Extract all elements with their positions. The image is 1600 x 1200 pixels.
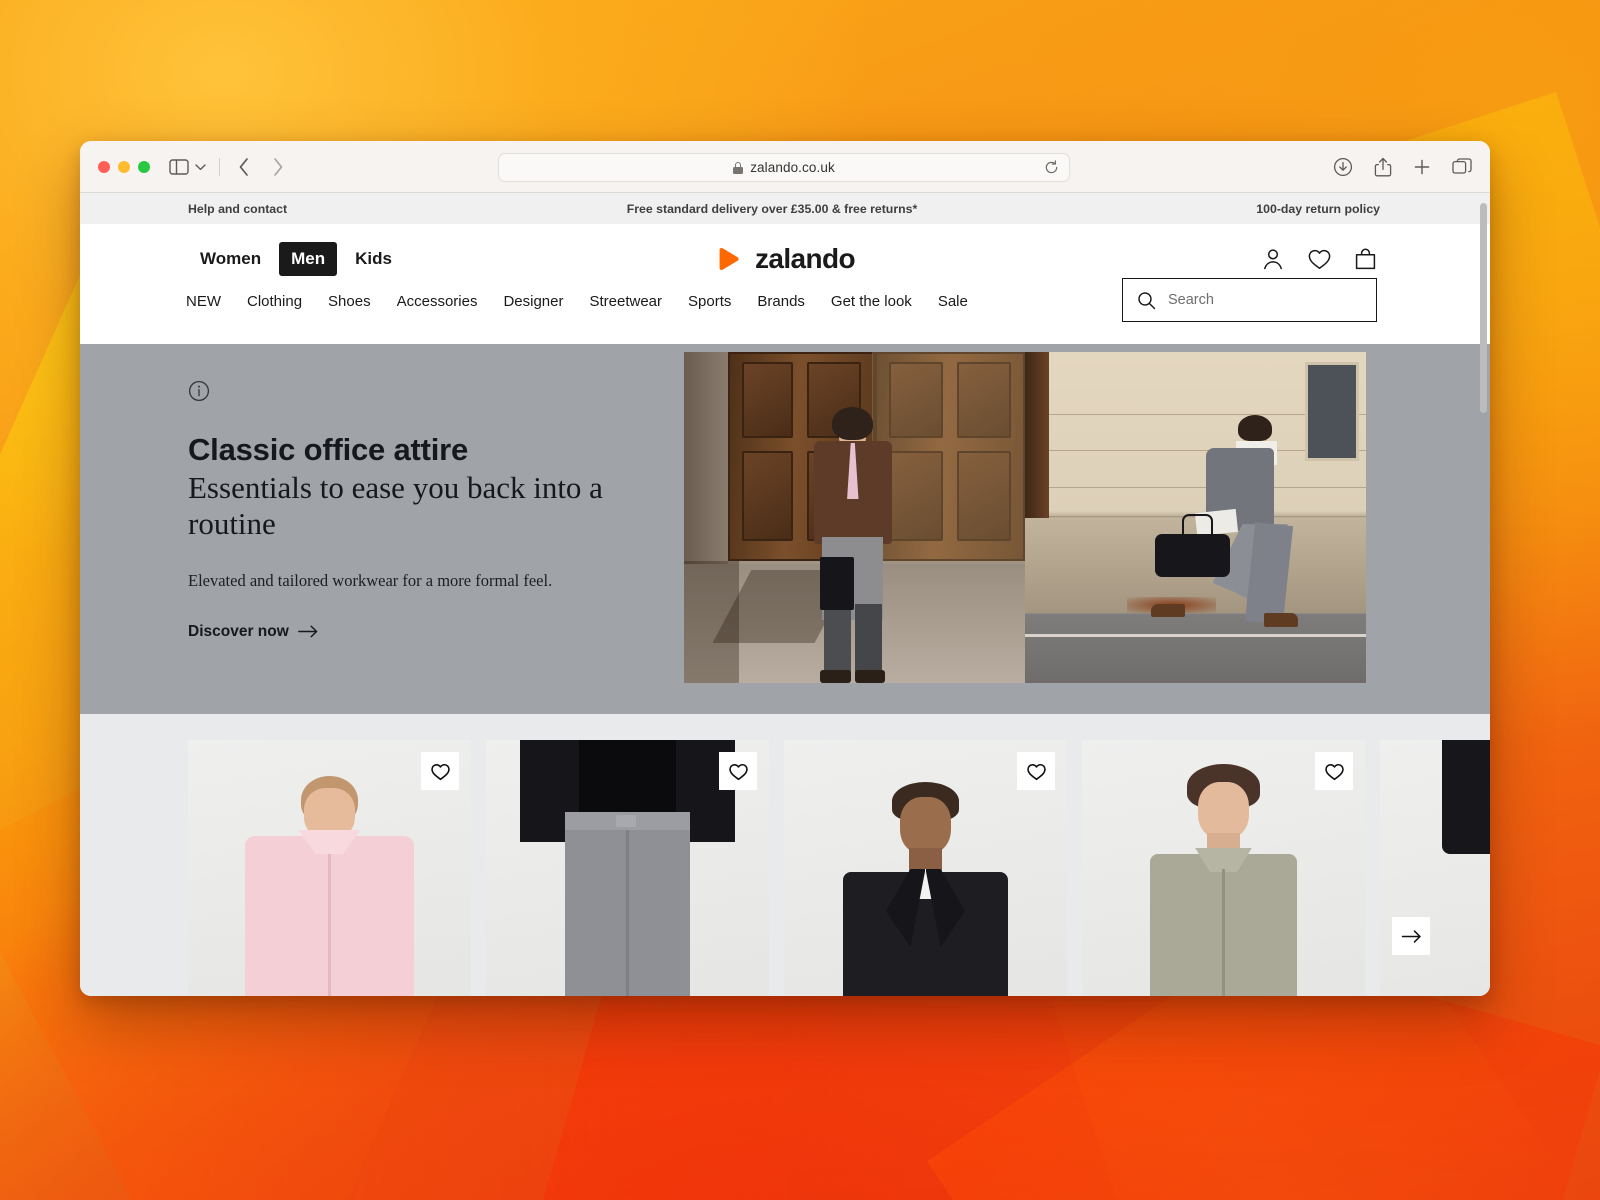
site-header: Women Men Kids zalando NEW Clothing Shoe… [80, 234, 1490, 344]
page-content: Help and contact Free standard delivery … [80, 193, 1490, 996]
nav-item-new[interactable]: NEW [186, 293, 221, 310]
share-icon[interactable] [1374, 157, 1392, 177]
browser-window: zalando.co.uk Help and contact Free stan… [80, 141, 1490, 996]
nav-item-get-the-look[interactable]: Get the look [831, 293, 912, 310]
back-icon[interactable] [231, 154, 257, 180]
page-scrollbar[interactable] [1480, 203, 1487, 983]
search-input[interactable]: Search [1122, 278, 1377, 322]
gender-nav: Women Men Kids [188, 242, 404, 276]
tab-overview-icon[interactable] [1452, 157, 1472, 176]
scrollbar-thumb[interactable] [1480, 203, 1487, 413]
wishlist-button[interactable] [421, 752, 459, 790]
close-window-button[interactable] [98, 160, 110, 173]
header-secondary-row: NEW Clothing Shoes Accessories Designer … [80, 278, 1490, 344]
hero-banner: Classic office attire Essentials to ease… [80, 344, 1490, 714]
sidebar-icon[interactable] [168, 156, 190, 178]
zalando-wordmark: zalando [754, 243, 856, 274]
downloads-icon[interactable] [1333, 157, 1353, 177]
url-text: zalando.co.uk [750, 160, 835, 175]
hero-copy: Classic office attire Essentials to ease… [80, 344, 680, 714]
toolbar-actions [1333, 157, 1472, 177]
heart-icon [1026, 762, 1047, 781]
address-bar[interactable]: zalando.co.uk [498, 153, 1070, 182]
hero-description: Elevated and tailored workwear for a mor… [188, 570, 553, 590]
toolbar-divider [219, 157, 220, 176]
gender-tab-women[interactable]: Women [188, 242, 273, 276]
hero-image-doors[interactable] [684, 352, 1025, 683]
forward-icon[interactable] [265, 154, 291, 180]
nav-item-sports[interactable]: Sports [688, 293, 731, 310]
chevron-down-icon[interactable] [192, 156, 208, 178]
browser-toolbar: zalando.co.uk [80, 141, 1490, 193]
arrow-right-icon [1401, 929, 1422, 944]
return-policy-link[interactable]: 100-day return policy [1256, 202, 1380, 216]
account-icon[interactable] [1261, 247, 1285, 271]
nav-item-sale[interactable]: Sale [938, 293, 968, 310]
product-card[interactable] [784, 740, 1067, 996]
header-actions [1261, 247, 1377, 271]
carousel-next-button[interactable] [1392, 917, 1430, 955]
category-nav: NEW Clothing Shoes Accessories Designer … [186, 284, 968, 310]
header-primary-row: Women Men Kids zalando [80, 234, 1490, 284]
hero-image-walker[interactable] [1025, 352, 1366, 683]
hero-subtitle: Essentials to ease you back into a routi… [188, 469, 603, 542]
product-card-row [80, 740, 1490, 996]
window-controls [98, 160, 150, 173]
hero-image-group [684, 352, 1366, 683]
help-and-contact-link[interactable]: Help and contact [188, 202, 287, 216]
zalando-mark-icon [715, 244, 745, 274]
gender-tab-kids[interactable]: Kids [343, 242, 404, 276]
lock-icon [733, 161, 744, 174]
delivery-notice: Free standard delivery over £35.00 & fre… [626, 201, 918, 216]
product-card[interactable] [188, 740, 471, 996]
nav-item-clothing[interactable]: Clothing [247, 293, 302, 310]
discover-now-link[interactable]: Discover now [188, 623, 318, 641]
product-card[interactable] [1082, 740, 1365, 996]
nav-item-brands[interactable]: Brands [757, 293, 805, 310]
minimize-window-button[interactable] [118, 160, 130, 173]
zalando-logo[interactable]: zalando [715, 243, 856, 275]
heart-icon [728, 762, 749, 781]
product-carousel [80, 714, 1490, 996]
utility-bar: Help and contact Free standard delivery … [80, 193, 1490, 224]
heart-icon [1324, 762, 1345, 781]
nav-item-streetwear[interactable]: Streetwear [589, 293, 662, 310]
new-tab-icon[interactable] [1413, 158, 1431, 176]
product-card[interactable] [486, 740, 769, 996]
search-icon [1137, 291, 1156, 310]
product-card[interactable] [1380, 740, 1490, 996]
nav-item-accessories[interactable]: Accessories [397, 293, 478, 310]
discover-now-label: Discover now [188, 622, 289, 640]
reload-icon[interactable] [1044, 160, 1059, 175]
nav-item-designer[interactable]: Designer [503, 293, 563, 310]
nav-item-shoes[interactable]: Shoes [328, 293, 371, 310]
shopping-bag-icon[interactable] [1354, 247, 1377, 271]
heart-icon [430, 762, 451, 781]
search-placeholder: Search [1168, 292, 1214, 308]
wishlist-button[interactable] [1017, 752, 1055, 790]
wishlist-button[interactable] [1315, 752, 1353, 790]
gender-tab-men[interactable]: Men [279, 242, 338, 276]
wishlist-button[interactable] [719, 752, 757, 790]
arrow-right-icon [297, 625, 318, 638]
wishlist-heart-icon[interactable] [1307, 247, 1332, 271]
maximize-window-button[interactable] [138, 160, 150, 173]
hero-title: Classic office attire [188, 432, 469, 467]
info-icon[interactable] [188, 380, 680, 402]
